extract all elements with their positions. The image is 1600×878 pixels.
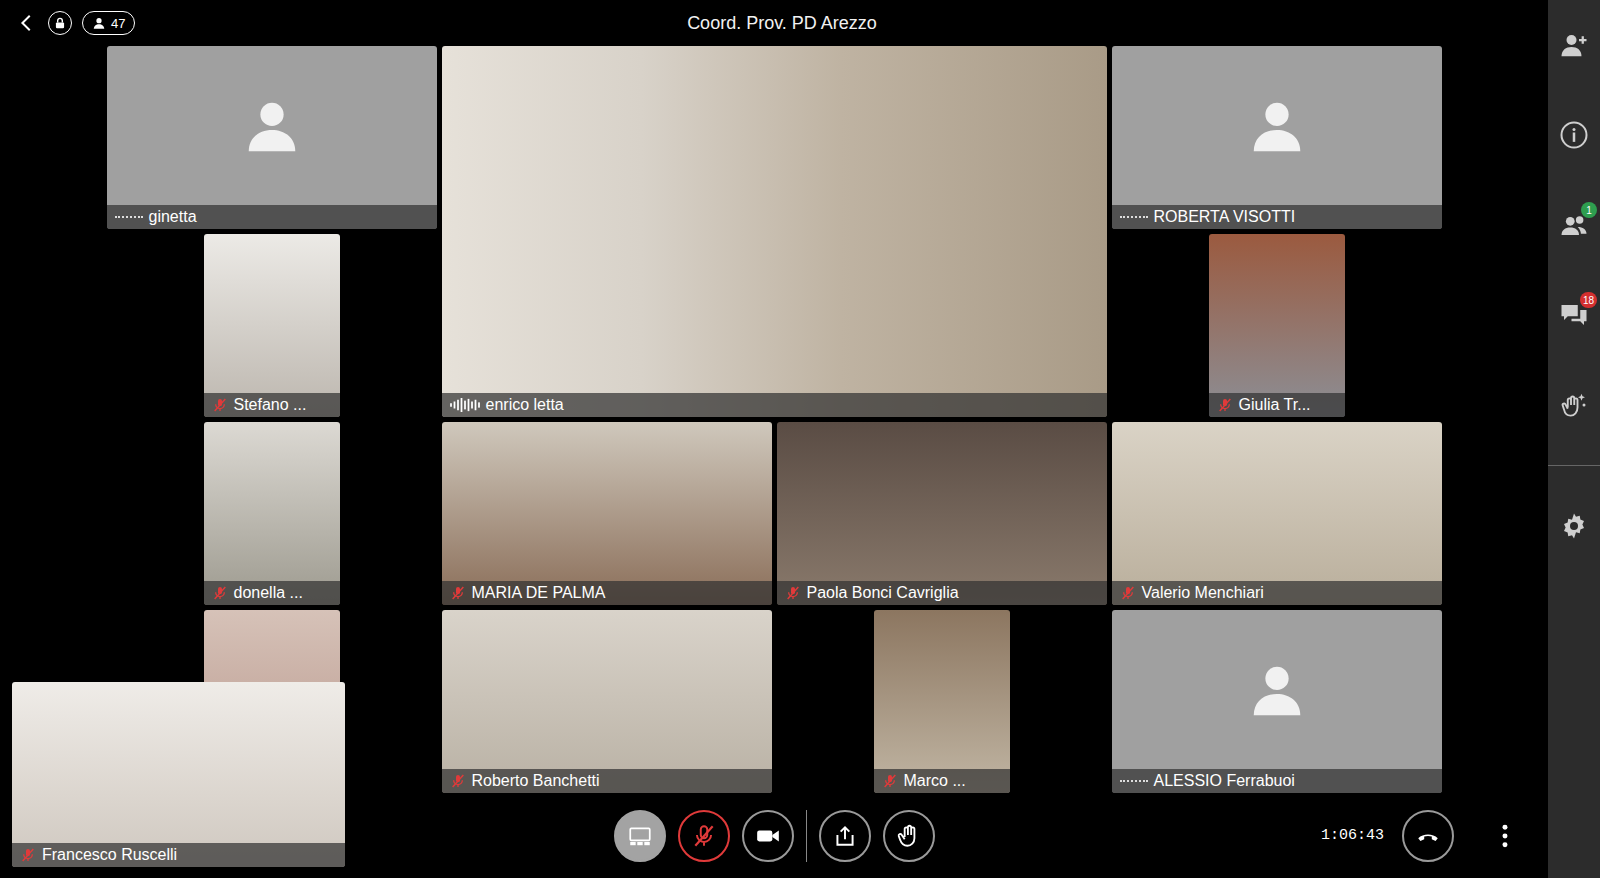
participant-tile[interactable]: ginetta xyxy=(107,46,437,229)
self-view-name: Francesco Ruscelli xyxy=(42,846,177,864)
hang-up-button[interactable] xyxy=(1402,810,1454,862)
audio-idle-indicator xyxy=(115,216,143,218)
avatar-icon xyxy=(1246,95,1308,157)
lock-icon xyxy=(53,16,67,30)
participant-label: Giulia Tr... xyxy=(1209,393,1345,417)
participant-label: Stefano ... xyxy=(204,393,340,417)
control-right-group: 1:06:43 xyxy=(935,810,1549,862)
audio-wave-icon xyxy=(450,398,480,412)
audio-idle-indicator xyxy=(1120,216,1148,218)
participant-label: ALESSIO Ferrabuoi xyxy=(1112,769,1442,793)
mic-icon xyxy=(691,823,717,849)
mic-muted-icon xyxy=(212,585,228,601)
avatar-icon xyxy=(1246,659,1308,721)
participant-grid: ginetta enrico letta ROBERTA VISOTTI Stefan… xyxy=(0,46,1548,793)
participant-label: donella ... xyxy=(204,581,340,605)
hang-up-icon xyxy=(1415,823,1441,849)
layout-button[interactable] xyxy=(614,810,666,862)
notification-badge: 1 xyxy=(1581,202,1597,218)
lock-indicator xyxy=(48,11,72,35)
mic-muted-icon xyxy=(450,585,466,601)
participant-name: Roberto Banchetti xyxy=(472,772,600,790)
participant-name: Valerio Menchiari xyxy=(1142,584,1264,602)
audio-idle-indicator xyxy=(1120,780,1148,782)
person-icon xyxy=(92,16,106,30)
participant-name: Giulia Tr... xyxy=(1239,396,1311,414)
info-icon xyxy=(1559,120,1589,150)
participant-tile[interactable]: ROBERTA VISOTTI xyxy=(1112,46,1442,229)
participant-count-text: 47 xyxy=(111,16,125,31)
participant-name: Stefano ... xyxy=(234,396,307,414)
participant-label: ROBERTA VISOTTI xyxy=(1112,205,1442,229)
sidebar-separator xyxy=(1548,465,1600,466)
participant-tile[interactable]: Giulia Tr... xyxy=(1209,234,1345,417)
hand-button[interactable] xyxy=(883,810,935,862)
share-button[interactable] xyxy=(819,810,871,862)
mic-muted-icon xyxy=(882,773,898,789)
participant-name: ALESSIO Ferrabuoi xyxy=(1154,772,1295,790)
camera-icon xyxy=(755,823,781,849)
participant-name: ginetta xyxy=(149,208,197,226)
participant-name: enrico letta xyxy=(486,396,564,414)
mic-muted-icon xyxy=(1120,585,1136,601)
participant-name: donella ... xyxy=(234,584,303,602)
mic-muted-icon xyxy=(20,847,36,863)
mic-muted-icon xyxy=(1217,397,1233,413)
participant-tile[interactable]: Marco ... xyxy=(874,610,1010,793)
info-button[interactable] xyxy=(1559,120,1589,150)
chat-button[interactable]: 18 xyxy=(1559,300,1589,330)
meeting-title: Coord. Prov. PD Arezzo xyxy=(687,13,877,34)
participant-name: ROBERTA VISOTTI xyxy=(1154,208,1296,226)
back-button[interactable] xyxy=(16,12,38,34)
call-timer: 1:06:43 xyxy=(1321,827,1384,844)
participant-tile[interactable]: Valerio Menchiari xyxy=(1112,422,1442,605)
participants-button[interactable]: 1 xyxy=(1559,210,1589,240)
participant-tile[interactable]: Stefano ... xyxy=(204,234,340,417)
mic-button[interactable] xyxy=(678,810,730,862)
participant-name: MARIA DE PALMA xyxy=(472,584,606,602)
participant-label: Paola Bonci Cavriglia xyxy=(777,581,1107,605)
participant-tile[interactable]: ALESSIO Ferrabuoi xyxy=(1112,610,1442,793)
effects-icon xyxy=(1559,390,1589,420)
participant-label: enrico letta xyxy=(442,393,1107,417)
camera-button[interactable] xyxy=(742,810,794,862)
back-arrow-icon xyxy=(16,12,38,34)
participant-label: Roberto Banchetti xyxy=(442,769,772,793)
participant-tile[interactable]: Paola Bonci Cavriglia xyxy=(777,422,1107,605)
mic-muted-icon xyxy=(212,397,228,413)
right-sidebar: 1 18 xyxy=(1548,0,1600,878)
participant-name: Paola Bonci Cavriglia xyxy=(807,584,959,602)
participant-label: Valerio Menchiari xyxy=(1112,581,1442,605)
participant-label: ginetta xyxy=(107,205,437,229)
notification-badge: 18 xyxy=(1580,292,1597,308)
top-bar: 47 Coord. Prov. PD Arezzo xyxy=(0,0,1548,46)
avatar-icon xyxy=(241,95,303,157)
participant-tile[interactable]: MARIA DE PALMA xyxy=(442,422,772,605)
self-view-label: Francesco Ruscelli xyxy=(12,843,345,867)
settings-button[interactable] xyxy=(1559,511,1589,541)
participant-tile[interactable]: enrico letta xyxy=(442,46,1107,417)
video-call-app: 47 Coord. Prov. PD Arezzo ginetta enrico le… xyxy=(0,0,1600,878)
mic-muted-icon xyxy=(785,585,801,601)
control-divider xyxy=(806,810,807,862)
layout-icon xyxy=(627,823,653,849)
effects-button[interactable] xyxy=(1559,390,1589,420)
add-person-button[interactable] xyxy=(1559,30,1589,60)
share-screen-icon xyxy=(832,823,858,849)
participant-label: MARIA DE PALMA xyxy=(442,581,772,605)
participant-count[interactable]: 47 xyxy=(82,11,135,35)
participant-tile[interactable]: Roberto Banchetti xyxy=(442,610,772,793)
add-person-icon xyxy=(1559,30,1589,60)
self-view[interactable]: Francesco Ruscelli xyxy=(12,682,345,867)
raise-hand-icon xyxy=(896,823,922,849)
participant-name: Marco ... xyxy=(904,772,966,790)
participant-label: Marco ... xyxy=(874,769,1010,793)
gear-icon xyxy=(1559,511,1589,541)
more-button[interactable] xyxy=(1492,823,1518,849)
mic-muted-icon xyxy=(450,773,466,789)
more-dots-icon xyxy=(1492,823,1518,849)
participant-tile[interactable]: donella ... xyxy=(204,422,340,605)
top-left-group: 47 xyxy=(16,11,687,35)
call-controls xyxy=(614,810,935,862)
